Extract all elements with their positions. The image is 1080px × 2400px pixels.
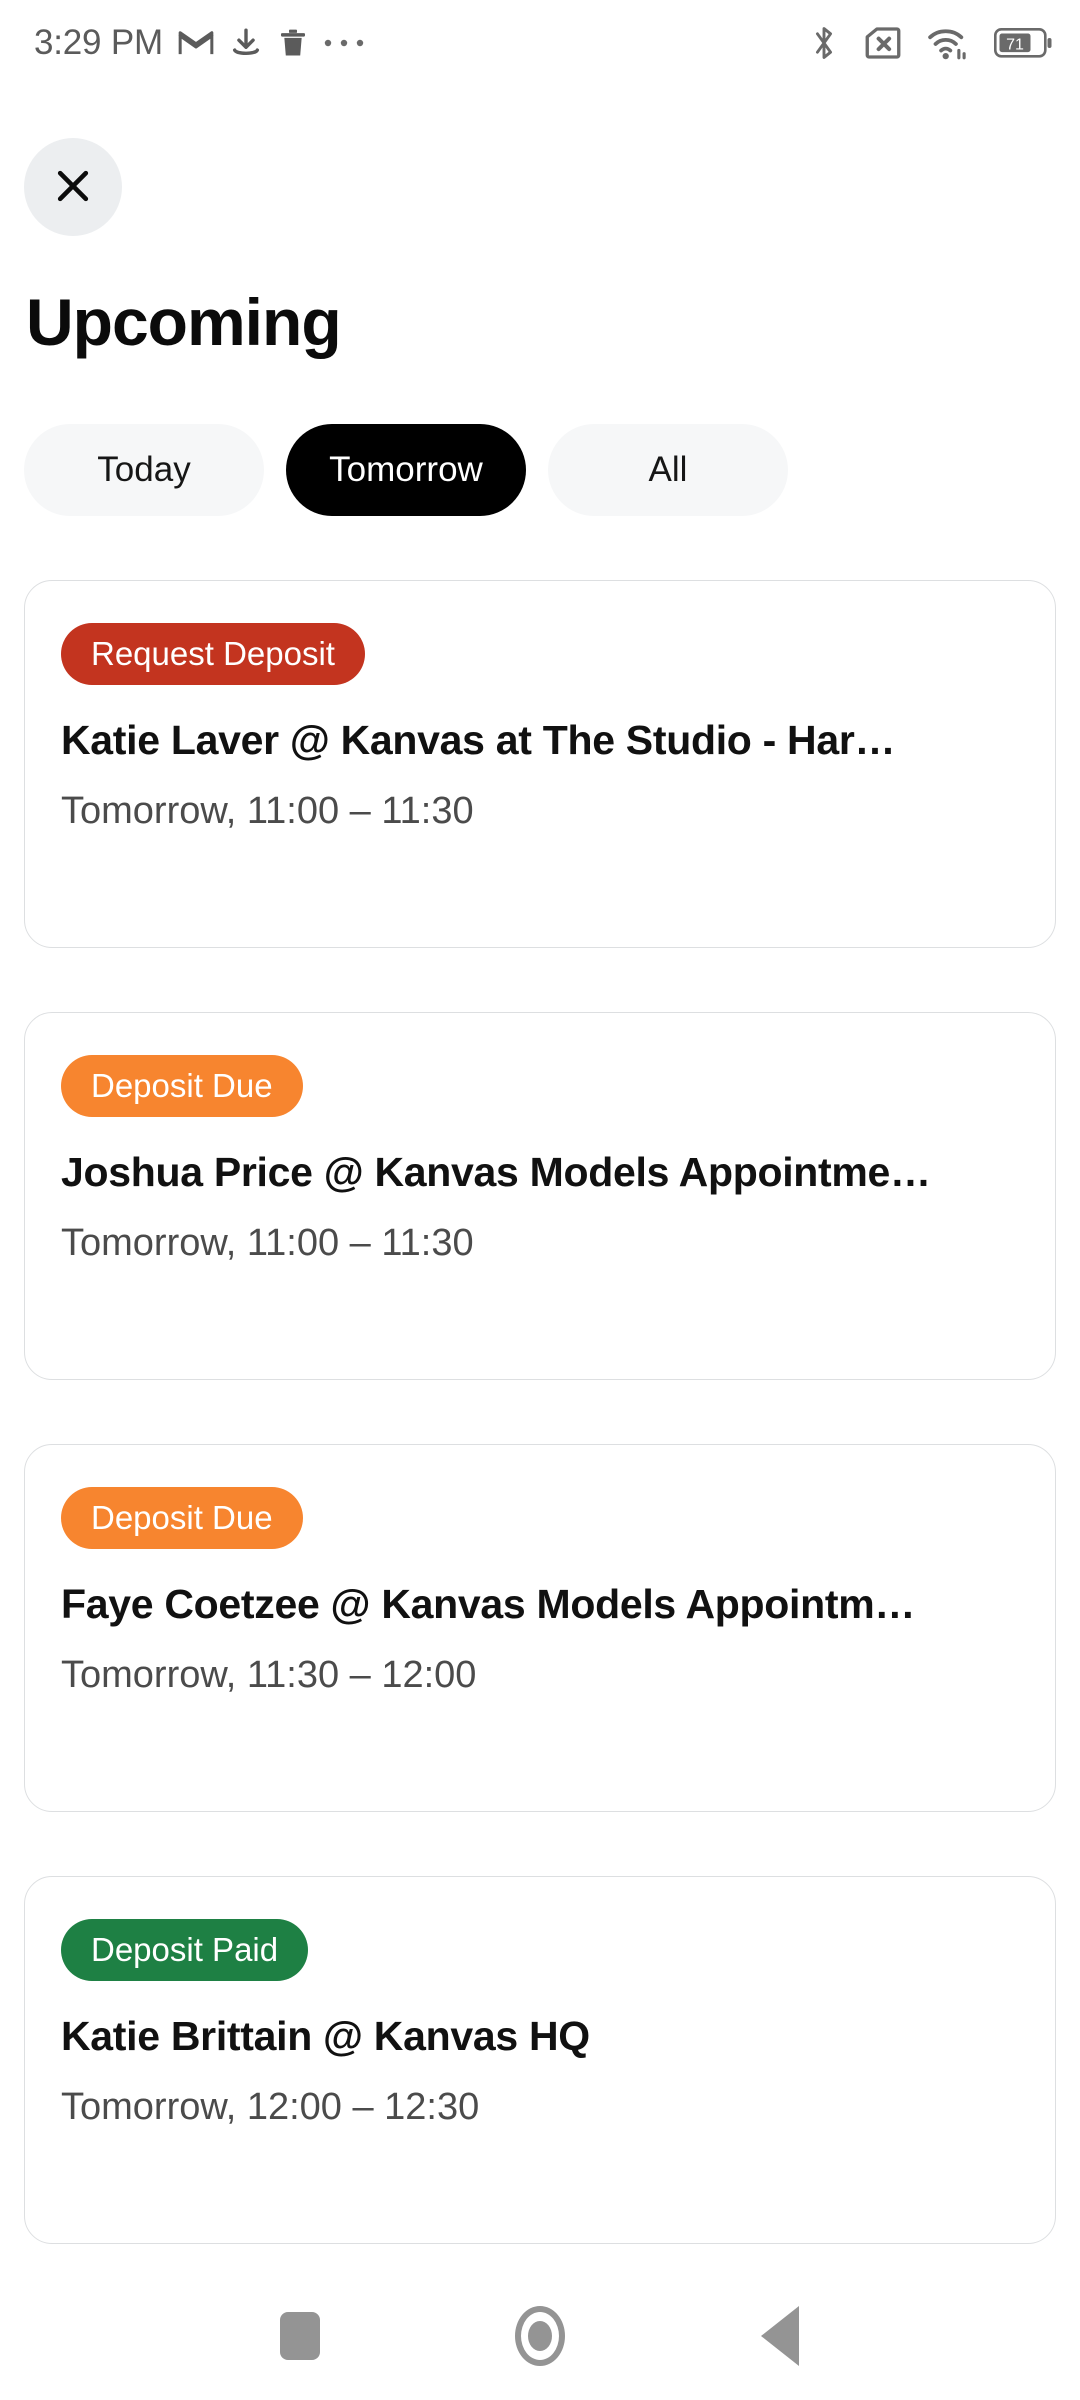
filter-tabs: Today Tomorrow All — [0, 424, 1080, 516]
appointment-title: Katie Laver @ Kanvas at The Studio - Har… — [61, 717, 896, 763]
square-icon — [280, 2312, 320, 2360]
appointment-title: Joshua Price @ Kanvas Models Appointme… — [61, 1149, 931, 1195]
appointment-title: Faye Coetzee @ Kanvas Models Appointm… — [61, 1581, 916, 1627]
android-nav-bar — [0, 2272, 1080, 2400]
appointment-list[interactable]: Request Deposit Katie Laver @ Kanvas at … — [0, 580, 1080, 2400]
status-bar: 3:29 PM 71 — [0, 0, 1080, 86]
status-badge: Deposit Paid — [61, 1919, 309, 1981]
appointment-time: Tomorrow, 12:00 – 12:30 — [61, 2086, 480, 2128]
download-icon — [229, 26, 263, 60]
home-button[interactable] — [492, 2288, 588, 2384]
tab-all[interactable]: All — [548, 424, 788, 516]
status-bar-right: 71 — [808, 22, 1052, 64]
trash-icon — [277, 26, 309, 60]
appointment-card[interactable]: Deposit Paid Katie Brittain @ Kanvas HQ … — [24, 1876, 1056, 2244]
page-header: Upcoming — [0, 86, 1080, 360]
tab-tomorrow[interactable]: Tomorrow — [286, 424, 526, 516]
app-screen: 3:29 PM 71 Upcoming Today Tomorrow All R… — [0, 0, 1080, 2400]
circle-icon — [515, 2306, 565, 2366]
no-sim-icon — [862, 22, 904, 64]
status-time: 3:29 PM — [34, 23, 163, 62]
bluetooth-icon — [808, 22, 840, 64]
svg-text:71: 71 — [1006, 37, 1024, 54]
recents-button[interactable] — [252, 2288, 348, 2384]
back-button[interactable] — [732, 2288, 828, 2384]
overflow-dots-icon — [323, 37, 365, 49]
appointment-card[interactable]: Request Deposit Katie Laver @ Kanvas at … — [24, 580, 1056, 948]
appointment-time: Tomorrow, 11:00 – 11:30 — [61, 1222, 474, 1264]
appointment-time: Tomorrow, 11:00 – 11:30 — [61, 790, 474, 832]
status-badge: Deposit Due — [61, 1487, 303, 1549]
battery-icon: 71 — [994, 28, 1052, 58]
tab-today[interactable]: Today — [24, 424, 264, 516]
close-button[interactable] — [24, 138, 122, 236]
wifi-icon — [926, 23, 972, 63]
appointment-card[interactable]: Deposit Due Joshua Price @ Kanvas Models… — [24, 1012, 1056, 1380]
close-icon — [51, 164, 95, 211]
triangle-back-icon — [761, 2306, 799, 2366]
status-badge: Deposit Due — [61, 1055, 303, 1117]
appointment-card[interactable]: Deposit Due Faye Coetzee @ Kanvas Models… — [24, 1444, 1056, 1812]
page-title: Upcoming — [26, 285, 342, 359]
appointment-title: Katie Brittain @ Kanvas HQ — [61, 2013, 590, 2059]
status-bar-left: 3:29 PM — [34, 23, 365, 63]
status-badge: Request Deposit — [61, 623, 365, 685]
appointment-time: Tomorrow, 11:30 – 12:00 — [61, 1654, 477, 1696]
gmail-icon — [177, 24, 215, 62]
